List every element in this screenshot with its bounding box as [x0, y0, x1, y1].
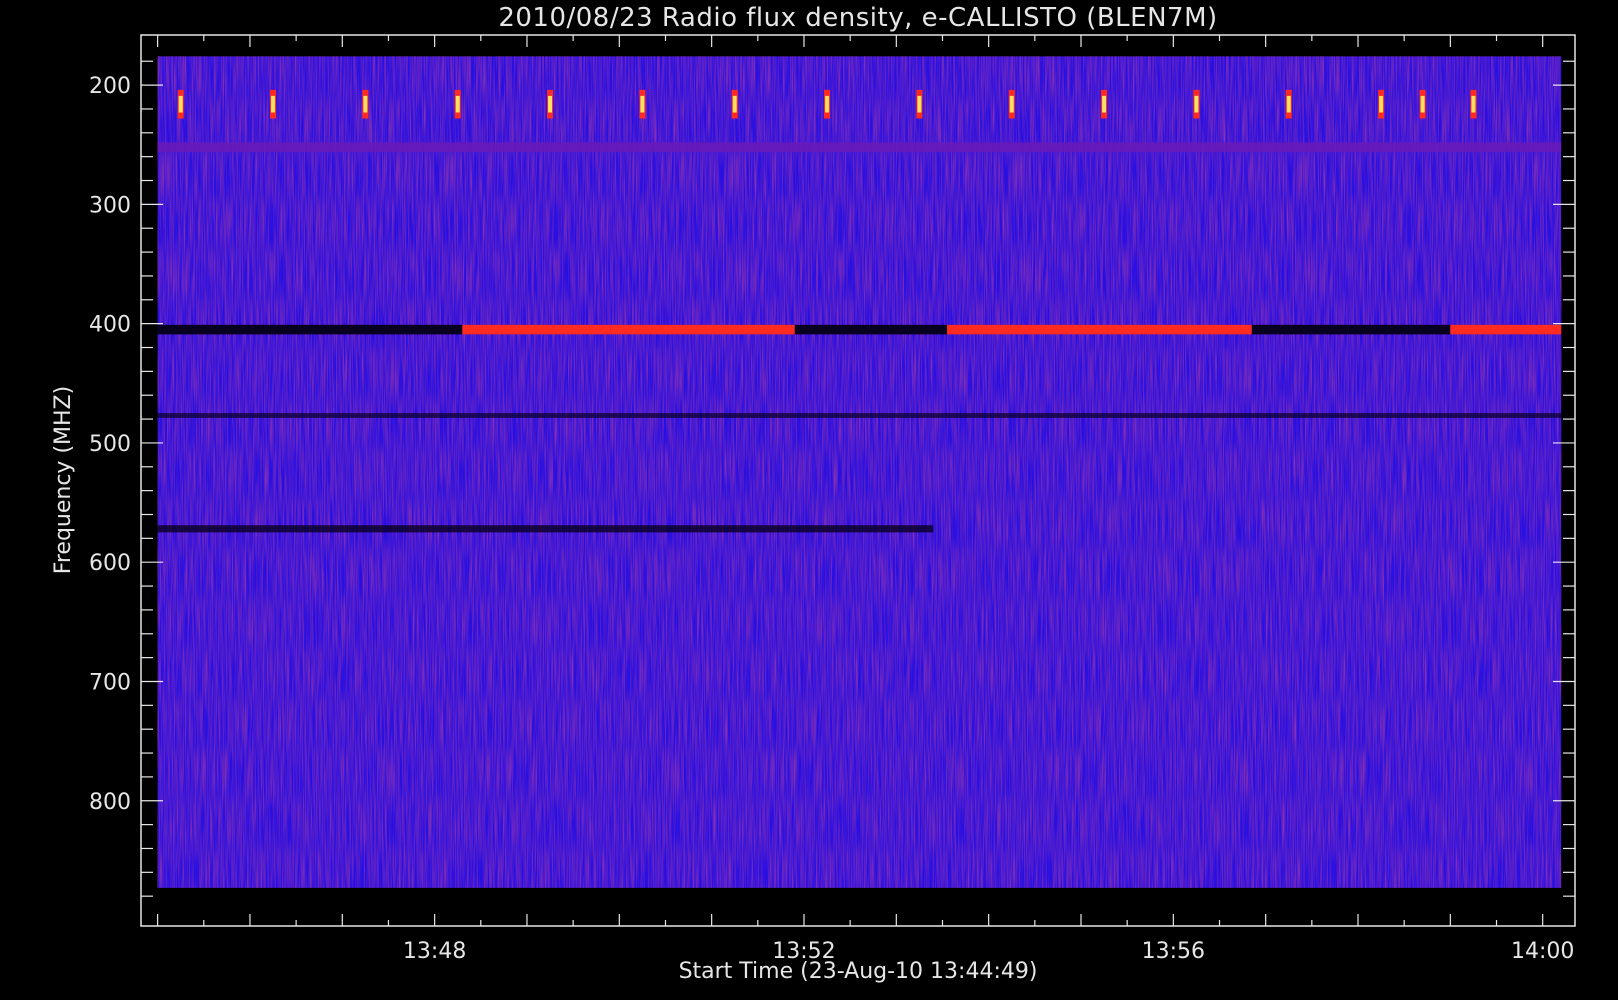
burst-core [1286, 95, 1291, 113]
band-405-segment [610, 324, 795, 335]
burst-core [640, 95, 645, 113]
x-tick-label: 13:56 [1142, 939, 1205, 964]
burst-core [271, 95, 276, 113]
heatmap-noise [157, 56, 1562, 888]
y-tick-label: 200 [89, 74, 131, 99]
x-tick-label: 14:00 [1511, 939, 1574, 964]
burst-core [1194, 95, 1199, 113]
x-tick-label: 13:48 [403, 939, 466, 964]
burst-core [732, 95, 737, 113]
band-477 [157, 413, 1562, 418]
band-405-segment [794, 324, 948, 335]
y-tick-label: 300 [89, 193, 131, 218]
burst-core [1102, 95, 1107, 113]
burst-core [548, 95, 553, 113]
y-tick-label: 700 [89, 670, 131, 695]
y-tick-label: 800 [89, 790, 131, 815]
spectrogram-chart: 2010/08/23 Radio flux density, e-CALLIST… [51, 3, 1576, 984]
burst-core [1009, 95, 1014, 113]
band-405-segment [462, 324, 611, 335]
chart-title: 2010/08/23 Radio flux density, e-CALLIST… [498, 3, 1217, 33]
band-405-segment [1251, 324, 1349, 335]
burst-core [1420, 95, 1425, 113]
burst-core [917, 95, 922, 113]
y-axis-label: Frequency (MHZ) [51, 386, 76, 574]
y-tick-label: 500 [89, 432, 131, 457]
band-405-segment [947, 324, 1252, 335]
y-tick-label: 600 [89, 551, 131, 576]
x-axis-label: Start Time (23-Aug-10 13:44:49) [679, 959, 1038, 984]
y-tick-label: 400 [89, 313, 131, 338]
burst-core [455, 95, 460, 113]
burst-core [1379, 95, 1384, 113]
plot-area [157, 56, 1562, 888]
band-252 [157, 142, 1562, 152]
band-405-segment [1450, 324, 1562, 335]
band-405-segment [1348, 324, 1451, 335]
burst-core [825, 95, 830, 113]
burst-core [1471, 95, 1476, 113]
burst-core [178, 95, 183, 113]
burst-core [363, 95, 368, 113]
band-572 [157, 525, 934, 533]
band-405-segment [157, 324, 463, 335]
